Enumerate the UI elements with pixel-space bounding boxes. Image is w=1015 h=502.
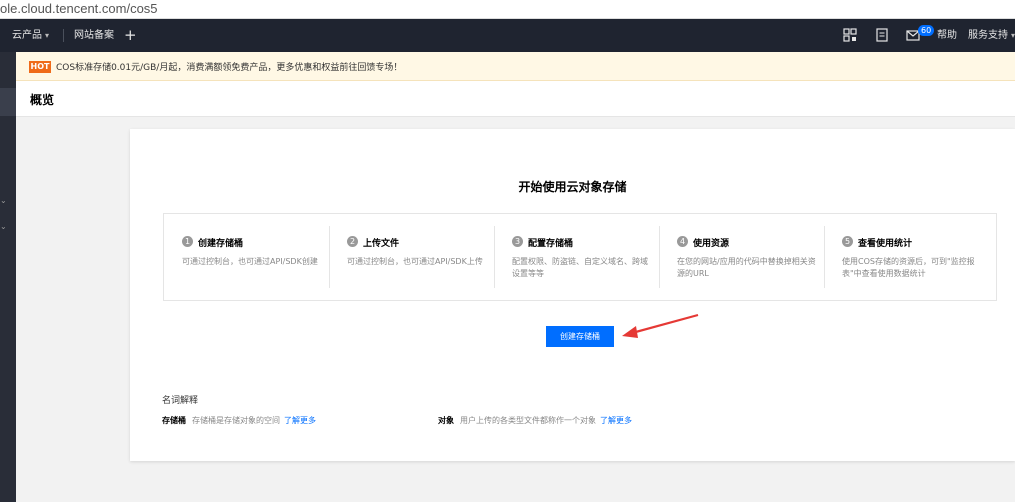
document-icon[interactable] — [874, 27, 890, 43]
message-count-badge: 60 — [918, 25, 935, 36]
glossary-term: 存储桶 — [162, 416, 186, 425]
learn-more-link[interactable]: 了解更多 — [284, 416, 316, 425]
step-description: 在您的网站/应用的代码中替换掉相关资源的URL — [677, 257, 816, 278]
annotation-arrow-icon — [622, 313, 699, 338]
top-navigation: 云产品 ▾ 网站备案 + 帮助 服务支持 ▾ — [0, 19, 1015, 52]
step-title: 查看使用统计 — [858, 239, 913, 249]
chevron-down-icon: ▾ — [45, 31, 50, 40]
step-title: 创建存储桶 — [198, 239, 244, 249]
step-description: 使用COS存储的资源后，可到"监控报表"中查看使用数据统计 — [842, 257, 975, 278]
page-header: 概览 — [16, 81, 1015, 117]
step-number: 5 — [842, 236, 853, 247]
url-text: ole.cloud.tencent.com/cos5 — [0, 1, 158, 16]
chevron-down-icon: ▾ — [1011, 31, 1015, 40]
glossary-term: 对象 — [438, 416, 454, 425]
glossary-description: 用户上传的各类型文件都称作一个对象 — [460, 416, 596, 425]
step-view-statistics: 5 查看使用统计 使用COS存储的资源后，可到"监控报表"中查看使用数据统计 — [824, 214, 989, 300]
nav-divider — [63, 29, 64, 42]
steps-panel: 1 创建存储桶 可通过控制台，也可通过API/SDK创建 2 上传文件 可通过控… — [163, 213, 997, 301]
help-link[interactable]: 帮助 — [937, 19, 957, 52]
step-use-resources: 4 使用资源 在您的网站/应用的代码中替换掉相关资源的URL — [659, 214, 824, 300]
getting-started-card: 开始使用云对象存储 1 创建存储桶 可通过控制台，也可通过API/SDK创建 2… — [130, 129, 1015, 461]
sidebar-item-overview[interactable] — [0, 88, 16, 116]
step-number: 1 — [182, 236, 193, 247]
step-number: 2 — [347, 236, 358, 247]
create-bucket-button[interactable]: 创建存储桶 — [546, 326, 614, 347]
step-description: 可通过控制台，也可通过API/SDK上传 — [347, 257, 483, 266]
learn-more-link[interactable]: 了解更多 — [600, 416, 632, 425]
step-number: 4 — [677, 236, 688, 247]
step-title: 配置存储桶 — [528, 239, 574, 249]
promo-text[interactable]: COS标准存储0.01元/GB/月起，消费满额领免费产品，更多优惠和权益前往回馈… — [56, 60, 402, 73]
add-shortcut-button[interactable]: + — [124, 19, 137, 52]
chevron-down-icon[interactable]: ⌄ — [0, 222, 7, 232]
support-menu[interactable]: 服务支持 ▾ — [968, 19, 1015, 52]
step-description: 配置权限、防盗链、自定义域名、跨域设置等等 — [512, 257, 648, 278]
step-number: 3 — [512, 236, 523, 247]
products-menu[interactable]: 云产品 ▾ — [12, 19, 49, 52]
filing-link[interactable]: 网站备案 — [74, 19, 114, 52]
chevron-down-icon[interactable]: ⌄ — [0, 196, 7, 206]
step-title: 使用资源 — [693, 239, 730, 249]
products-label: 云产品 — [12, 30, 42, 41]
step-description: 可通过控制台，也可通过API/SDK创建 — [182, 257, 318, 266]
getting-started-title: 开始使用云对象存储 — [518, 180, 627, 194]
step-create-bucket: 1 创建存储桶 可通过控制台，也可通过API/SDK创建 — [164, 214, 329, 300]
left-sidebar: ⌄ ⌄ — [0, 52, 16, 502]
glossary-title: 名词解释 — [162, 396, 199, 406]
support-label: 服务支持 — [968, 30, 1008, 41]
step-configure-bucket: 3 配置存储桶 配置权限、防盗链、自定义域名、跨域设置等等 — [494, 214, 659, 300]
promo-notice-bar: HOT COS标准存储0.01元/GB/月起，消费满额领免费产品，更多优惠和权益… — [16, 52, 1015, 81]
page-title: 概览 — [30, 93, 55, 107]
glossary-description: 存储桶是存储对象的空间 — [192, 416, 280, 425]
qr-code-icon[interactable] — [842, 27, 858, 43]
glossary-bucket: 存储桶 存储桶是存储对象的空间 了解更多 — [162, 415, 316, 426]
step-title: 上传文件 — [363, 239, 400, 249]
step-upload-file: 2 上传文件 可通过控制台，也可通过API/SDK上传 — [329, 214, 494, 300]
glossary-object: 对象 用户上传的各类型文件都称作一个对象 了解更多 — [438, 415, 632, 426]
browser-address-bar[interactable]: ole.cloud.tencent.com/cos5 — [0, 0, 1015, 19]
hot-badge: HOT — [29, 61, 51, 73]
